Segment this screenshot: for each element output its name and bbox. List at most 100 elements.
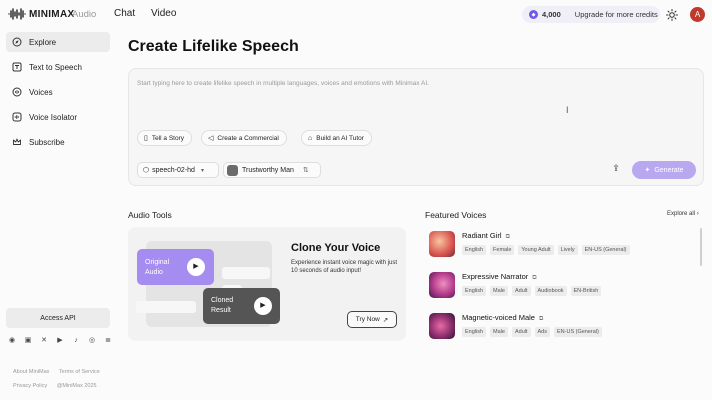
voice-card-expressive-narrator[interactable]: Expressive Narrator ⧉ English Male Adult … [425, 269, 702, 309]
isolator-icon [12, 112, 22, 122]
chevron-down-icon: ▾ [200, 167, 204, 174]
play-icon[interactable]: ▶ [187, 258, 205, 276]
voice-select[interactable]: Trustworthy Man ⇅ [223, 162, 321, 178]
access-api-button[interactable]: Access API [6, 308, 110, 328]
social-links: ◉ ▣ ✕ ▶ ♪ ◎ ≣ [8, 337, 112, 345]
tag: Male [490, 327, 508, 337]
try-now-label: Try Now [355, 316, 380, 323]
tag: Adult [511, 286, 531, 296]
voice-thumbnail [429, 231, 455, 257]
explore-all-label: Explore all [667, 211, 696, 217]
voice-tags: English Female Young Adult Lively EN-US … [462, 245, 630, 255]
sidebar-item-label: Voice Isolator [29, 112, 78, 122]
speech-prompt-card: Start typing here to create lifelike spe… [128, 68, 704, 186]
sidebar-item-label: Subscribe [29, 137, 65, 147]
youtube-icon[interactable]: ▶ [56, 337, 64, 345]
model-select[interactable]: ⬡ speech-02-hd ▾ [137, 162, 219, 178]
suggestion-create-commercial[interactable]: ◁ Create a Commercial [201, 130, 287, 146]
credits-pill[interactable]: ◆ 4,000 Upgrade for more credits [522, 6, 660, 23]
sidebar-item-voice-isolator[interactable]: Voice Isolator [6, 107, 110, 127]
voices-icon [12, 87, 22, 97]
original-audio-card[interactable]: Original Audio ▶ [137, 249, 214, 285]
nav-chat[interactable]: Chat [114, 8, 135, 19]
voice-name: Radiant Girl ⧉ [462, 231, 510, 241]
tag: English [462, 286, 487, 296]
voice-name-text: Expressive Narrator [462, 272, 529, 281]
copy-icon[interactable]: ⧉ [539, 316, 543, 322]
voice-avatar [227, 164, 238, 176]
terms-link[interactable]: Terms of Service [59, 369, 100, 375]
sidebar-item-voices[interactable]: Voices [6, 82, 110, 102]
clone-title: Clone Your Voice [291, 242, 381, 254]
voice-card-magnetic-voiced-male[interactable]: Magnetic-voiced Male ⧉ English Male Adult… [425, 310, 702, 350]
crown-icon [13, 138, 21, 145]
compass-icon [12, 37, 22, 47]
model-cube-icon: ⬡ [143, 167, 150, 174]
upgrade-link[interactable]: Upgrade for more credits [575, 10, 658, 19]
privacy-link[interactable]: Privacy Policy [13, 383, 47, 389]
top-bar: MINIMAX Audio Chat Video ◆ 4,000 Upgrade… [0, 0, 712, 30]
sidebar-item-explore[interactable]: Explore [6, 32, 110, 52]
megaphone-icon: ◁ [208, 135, 214, 142]
waveform-logo-icon [8, 8, 26, 20]
theme-toggle-sun-icon[interactable] [666, 9, 678, 21]
voice-thumbnail [429, 272, 455, 298]
sidebar-item-subscribe[interactable]: Subscribe [6, 132, 110, 152]
book-icon: ▯ [144, 135, 148, 142]
tag: EN-British [570, 286, 602, 296]
tag: Lively [557, 245, 578, 255]
voice-name-text: Radiant Girl [462, 231, 502, 240]
voice-thumbnail [429, 313, 455, 339]
sidebar-item-label: Text to Speech [29, 62, 82, 72]
text-cursor-icon: I [566, 105, 569, 115]
mock-line [136, 301, 196, 313]
nav-video[interactable]: Video [151, 8, 176, 19]
suggestion-build-ai-tutor[interactable]: ⌂ Build an AI Tutor [301, 130, 372, 146]
generate-button[interactable]: ✦ Generate [632, 161, 696, 179]
voice-name: Expressive Narrator ⧉ [462, 272, 537, 282]
credit-coin-icon: ◆ [529, 10, 538, 19]
voice-name: Magnetic-voiced Male ⧉ [462, 313, 543, 323]
copy-icon[interactable]: ⧉ [532, 275, 536, 281]
play-icon[interactable]: ▶ [254, 297, 272, 315]
page-title: Create Lifelike Speech [128, 38, 299, 55]
linkedin-icon[interactable]: ▣ [24, 337, 32, 345]
voice-tags: English Male Adult Ads EN-US (General) [462, 327, 602, 337]
tiktok-icon[interactable]: ♪ [72, 337, 80, 345]
about-link[interactable]: About MiniMax [13, 369, 49, 375]
voice-name-text: Magnetic-voiced Male [462, 313, 535, 322]
cloned-result-label: Cloned Result [211, 297, 234, 314]
graduation-cap-icon: ⌂ [308, 134, 313, 142]
logo-text: MINIMAX [29, 8, 75, 20]
arrow-up-right-icon: ↗ [382, 316, 389, 324]
voice-card-radiant-girl[interactable]: Radiant Girl ⧉ English Female Young Adult… [425, 228, 702, 268]
prompt-input[interactable]: Start typing here to create lifelike spe… [137, 80, 429, 87]
cloned-result-card[interactable]: Cloned Result ▶ [203, 288, 280, 324]
swap-icon: ⇅ [302, 167, 309, 174]
suggestion-tell-a-story[interactable]: ▯ Tell a Story [137, 130, 193, 146]
copy-icon[interactable]: ⧉ [506, 234, 510, 240]
copyright: @MiniMax 2025 [56, 383, 97, 389]
x-icon[interactable]: ✕ [40, 337, 48, 345]
clone-description: Experience instant voice magic with just… [291, 260, 398, 274]
product-name: Audio [72, 9, 97, 20]
tag: English [462, 245, 487, 255]
tag: Young Adult [518, 245, 554, 255]
minimax-logo[interactable]: MINIMAX [8, 8, 74, 20]
tag: Ads [534, 327, 550, 337]
sidebar-item-label: Voices [29, 87, 53, 97]
instagram-icon[interactable]: ◎ [88, 337, 96, 345]
try-now-button[interactable]: Try Now ↗ [347, 311, 397, 328]
clone-voice-card[interactable]: Original Audio ▶ Cloned Result ▶ Clone Y… [128, 227, 406, 341]
docs-icon[interactable]: ≣ [104, 337, 112, 345]
upload-icon[interactable]: ⇪ [609, 161, 623, 175]
explore-all-link[interactable]: Explore all › [667, 211, 699, 217]
discord-icon[interactable]: ◉ [8, 337, 16, 345]
sidebar-item-text-to-speech[interactable]: Text to Speech [6, 57, 110, 77]
footer-links-row2: Privacy Policy @MiniMax 2025 [13, 383, 105, 389]
user-avatar[interactable]: A [690, 7, 705, 22]
tag: EN-US (General) [554, 327, 602, 337]
suggestion-label: Create a Commercial [217, 134, 279, 142]
voices-scrollbar[interactable] [700, 228, 702, 266]
credits-amount: 4,000 [542, 10, 561, 19]
